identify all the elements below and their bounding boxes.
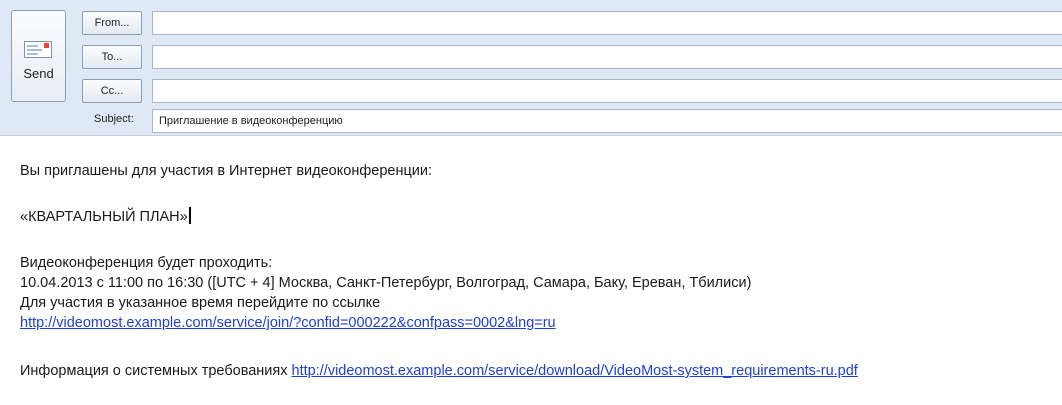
requirements-link[interactable]: http://videomost.example.com/service/dow… [292,363,858,379]
message-body[interactable]: Вы приглашены для участия в Интернет вид… [0,136,1062,405]
cc-button[interactable]: Cc... [82,79,142,103]
from-field[interactable] [152,11,1062,35]
cc-field[interactable] [152,79,1062,103]
send-button[interactable]: Send [11,10,66,102]
from-button[interactable]: From... [82,11,142,35]
join-link[interactable]: http://videomost.example.com/service/joi… [20,315,556,331]
intro-text: Вы приглашены для участия в Интернет вид… [20,163,432,179]
send-label: Send [23,66,54,81]
join-link-line: http://videomost.example.com/service/joi… [20,315,556,331]
schedule-time: 10.04.2013 с 11:00 по 16:30 ([UTC + 4] М… [20,275,752,291]
requirements-line: Информация о системных требованиях http:… [20,363,858,379]
text-cursor [188,207,191,224]
subject-field[interactable]: Приглашение в видеоконференцию [152,109,1062,133]
to-field[interactable] [152,45,1062,69]
meeting-title: «КВАРТАЛЬНЫЙ ПЛАН» [20,209,188,225]
join-instruction: Для участия в указанное время перейдите … [20,295,381,311]
meeting-title-line: «КВАРТАЛЬНЫЙ ПЛАН» [20,207,191,225]
requirements-text: Информация о системных требованиях [20,363,292,379]
envelope-send-icon [24,41,52,58]
subject-label: Subject: [94,113,134,125]
to-button[interactable]: To... [82,45,142,69]
schedule-heading: Видеоконференция будет проходить: [20,255,273,271]
message-header: Send From... To... Cc... Subject: Пригла… [0,0,1062,136]
